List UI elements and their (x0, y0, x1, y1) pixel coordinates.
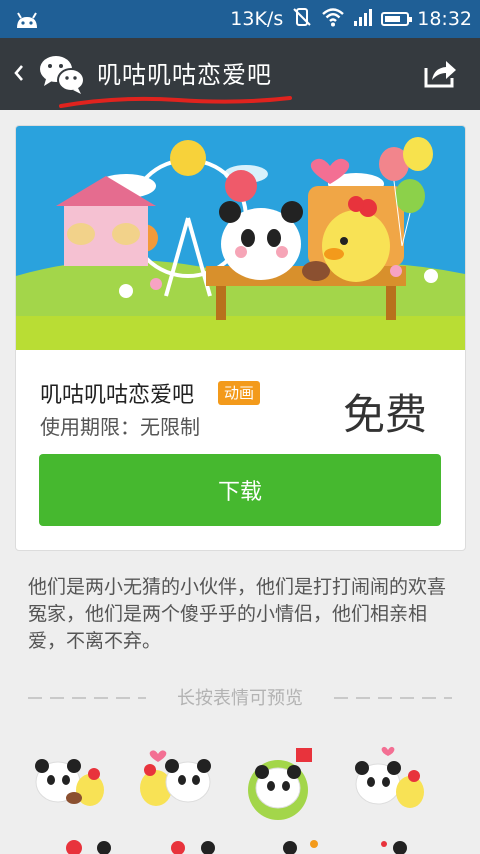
download-button[interactable]: 下载 (39, 454, 441, 526)
preview-hint: 长按表情可预览 (28, 684, 452, 712)
back-icon[interactable] (8, 58, 30, 88)
page-title: 叽咕叽咕恋爱吧 (97, 61, 272, 89)
sticker-item[interactable] (256, 834, 346, 854)
description-text: 他们是两小无猜的小伙伴，他们是打打闹闹的欢喜冤家，他们是两个傻乎乎的小情侣，他们… (28, 576, 447, 652)
signal-icon (353, 8, 373, 31)
status-bar: 13K/s 18:32 (0, 0, 480, 38)
sticker-item[interactable] (44, 834, 134, 854)
android-notification-icon (14, 8, 40, 34)
sticker-item[interactable] (128, 738, 218, 828)
sticker-pack-name: 叽咕叽咕恋爱吧 (40, 383, 195, 408)
sticker-item[interactable] (360, 834, 450, 854)
network-speed: 13K/s (230, 8, 284, 30)
sticker-item[interactable] (148, 834, 238, 854)
share-icon[interactable] (422, 56, 458, 90)
vibrate-off-icon (291, 6, 313, 33)
red-underline-annotation (59, 96, 292, 108)
clock: 18:32 (417, 8, 472, 30)
wechat-logo-icon (38, 52, 86, 96)
divider-right (334, 697, 452, 699)
sticker-item[interactable] (344, 738, 434, 828)
wifi-icon (321, 7, 345, 32)
validity-text: 使用期限：无限制 (40, 415, 200, 439)
battery-icon (381, 12, 413, 26)
sticker-pack-card: 叽咕叽咕恋爱吧 动画 使用期限：无限制 免费 下载 (15, 125, 466, 551)
sticker-item[interactable] (236, 738, 326, 828)
animated-badge: 动画 (218, 381, 261, 405)
price-label: 免费 (342, 390, 427, 439)
title-bar: 叽咕叽咕恋爱吧 (0, 38, 480, 110)
sticker-item[interactable] (24, 738, 114, 828)
banner-image (16, 126, 465, 350)
sticker-grid (24, 738, 464, 854)
